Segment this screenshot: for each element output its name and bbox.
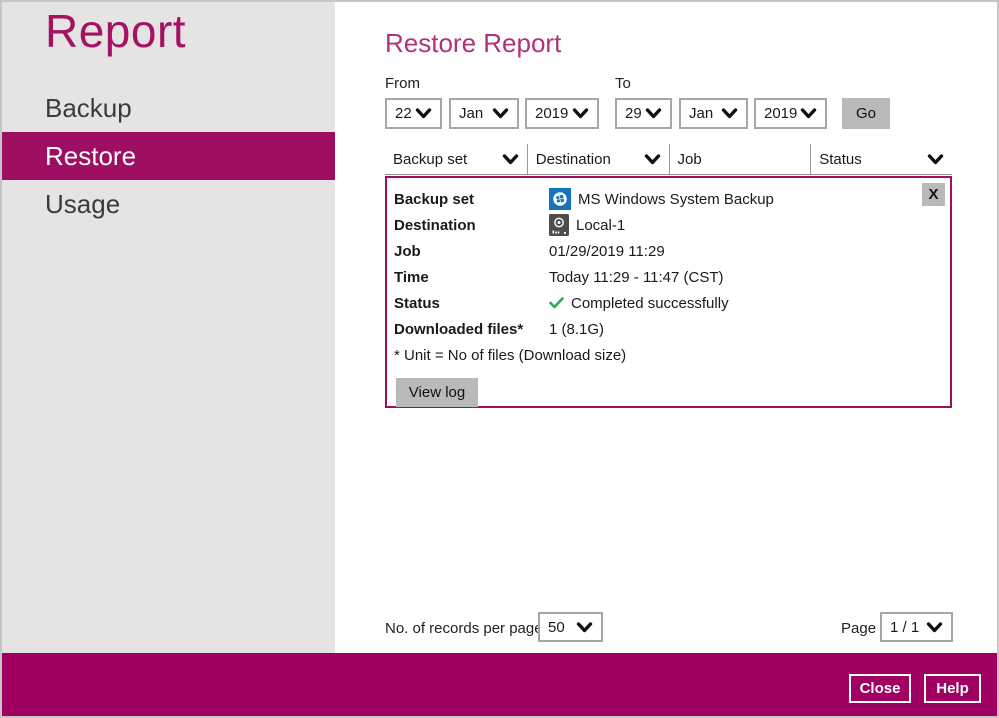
- chevron-down-icon: [926, 622, 943, 633]
- page-label: Page: [841, 620, 876, 637]
- row-value: Today 11:29 - 11:47 (CST): [549, 269, 724, 286]
- sidebar-item-usage[interactable]: Usage: [0, 180, 335, 228]
- to-day-select[interactable]: 29: [615, 98, 672, 129]
- record-row-time: Time Today 11:29 - 11:47 (CST): [394, 264, 950, 290]
- filter-status[interactable]: Status: [810, 144, 952, 174]
- to-month-select[interactable]: Jan: [679, 98, 748, 129]
- row-label: Downloaded files*: [394, 321, 549, 338]
- chevron-down-icon: [644, 154, 661, 165]
- to-label: To: [615, 75, 631, 92]
- row-label: Status: [394, 295, 549, 312]
- page-value: 1 / 1: [890, 619, 919, 636]
- from-year-value: 2019: [535, 105, 568, 122]
- app-title: Report: [45, 4, 186, 58]
- report-window: Report Backup Restore Usage Restore Repo…: [0, 0, 999, 718]
- filter-backup-set-label: Backup set: [393, 151, 467, 168]
- main-content: Restore Report From To 22 Jan 2019 29 Ja…: [335, 0, 999, 653]
- from-year-select[interactable]: 2019: [525, 98, 599, 129]
- chevron-down-icon: [415, 108, 432, 119]
- row-label: Backup set: [394, 191, 549, 208]
- local-destination-icon: [549, 214, 569, 236]
- check-icon: [549, 297, 564, 309]
- unit-footnote: * Unit = No of files (Download size): [394, 342, 950, 368]
- record-row-destination: Destination Local-1: [394, 212, 950, 238]
- footer-bar: Close Help: [0, 653, 999, 718]
- view-log-button[interactable]: View log: [396, 378, 478, 407]
- page-select[interactable]: 1 / 1: [880, 612, 953, 642]
- to-year-select[interactable]: 2019: [754, 98, 827, 129]
- chevron-down-icon: [576, 622, 593, 633]
- go-button[interactable]: Go: [842, 98, 890, 129]
- row-value: Completed successfully: [571, 295, 729, 312]
- to-day-value: 29: [625, 105, 642, 122]
- filter-bar: Backup set Destination Job Status: [385, 144, 952, 175]
- row-value: 01/29/2019 11:29: [549, 243, 665, 260]
- filter-destination[interactable]: Destination: [527, 144, 669, 174]
- page-title: Restore Report: [385, 28, 561, 59]
- row-value: 1 (8.1G): [549, 321, 604, 338]
- to-year-value: 2019: [764, 105, 797, 122]
- from-label: From: [385, 75, 420, 92]
- record-row-status: Status Completed successfully: [394, 290, 950, 316]
- row-label: Time: [394, 269, 549, 286]
- record-row-job: Job 01/29/2019 11:29: [394, 238, 950, 264]
- filter-status-label: Status: [819, 151, 862, 168]
- filter-destination-label: Destination: [536, 151, 611, 168]
- help-button[interactable]: Help: [924, 674, 981, 703]
- row-label: Destination: [394, 217, 549, 234]
- row-label: Job: [394, 243, 549, 260]
- chevron-down-icon: [492, 108, 509, 119]
- record-row-backup-set: Backup set MS Windows System Backup: [394, 186, 950, 212]
- records-per-page-label: No. of records per page: [385, 620, 543, 637]
- sidebar-nav: Backup Restore Usage: [0, 84, 335, 228]
- to-month-value: Jan: [689, 105, 713, 122]
- records-per-page-select[interactable]: 50: [538, 612, 603, 642]
- records-per-page-value: 50: [548, 619, 565, 636]
- filter-backup-set[interactable]: Backup set: [385, 144, 527, 174]
- row-value: Local-1: [576, 217, 625, 234]
- chevron-down-icon: [502, 154, 519, 165]
- filter-job-label: Job: [678, 151, 702, 168]
- chevron-down-icon: [572, 108, 589, 119]
- close-button[interactable]: Close: [849, 674, 911, 703]
- from-day-select[interactable]: 22: [385, 98, 442, 129]
- windows-backup-icon: [549, 188, 571, 210]
- chevron-down-icon: [927, 154, 944, 165]
- sidebar-item-backup[interactable]: Backup: [0, 84, 335, 132]
- from-month-select[interactable]: Jan: [449, 98, 519, 129]
- chevron-down-icon: [800, 108, 817, 119]
- record-row-downloaded-files: Downloaded files* 1 (8.1G): [394, 316, 950, 342]
- row-value: MS Windows System Backup: [578, 191, 774, 208]
- from-month-value: Jan: [459, 105, 483, 122]
- filter-job[interactable]: Job: [669, 144, 811, 174]
- from-day-value: 22: [395, 105, 412, 122]
- record-panel: X Backup set MS Windows System Backup De…: [385, 176, 952, 408]
- chevron-down-icon: [721, 108, 738, 119]
- chevron-down-icon: [645, 108, 662, 119]
- close-record-button[interactable]: X: [922, 183, 945, 206]
- sidebar: Report Backup Restore Usage: [0, 0, 335, 653]
- sidebar-item-restore[interactable]: Restore: [0, 132, 335, 180]
